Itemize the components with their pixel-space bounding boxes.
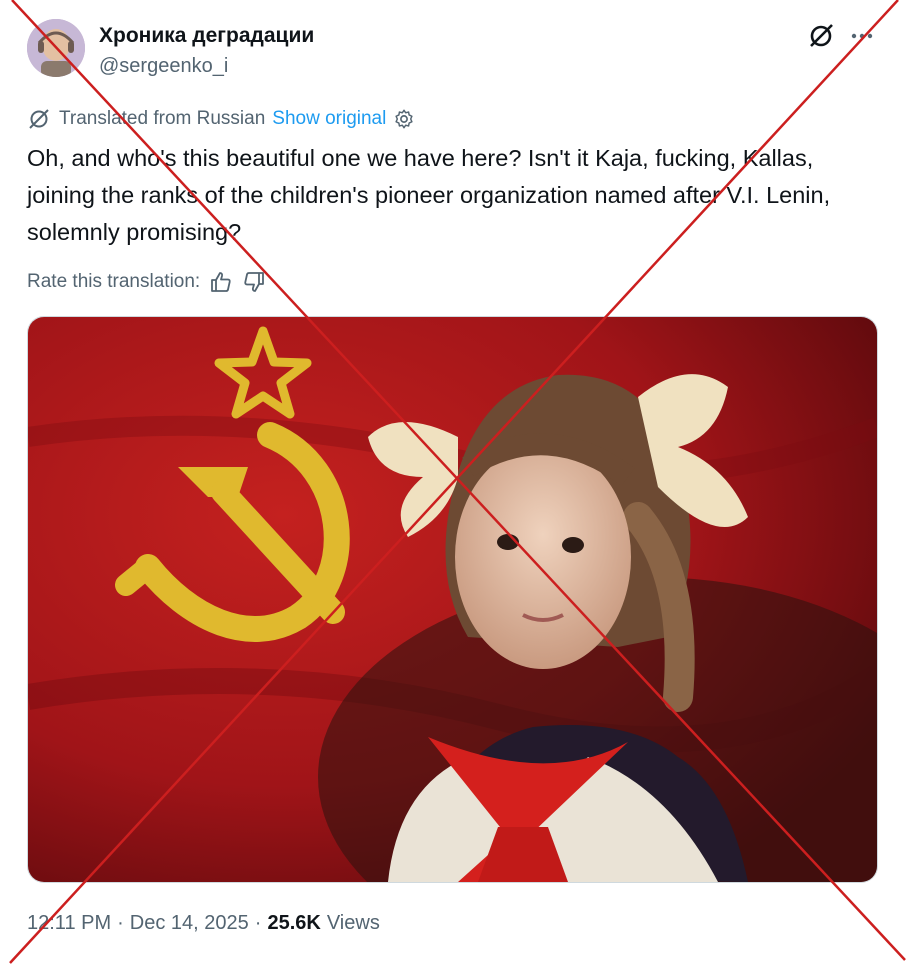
tweet-text: Oh, and who's this beautiful one we have… xyxy=(27,145,831,245)
media-photo xyxy=(28,317,877,882)
grok-icon[interactable] xyxy=(806,21,836,51)
rate-translation-label: Rate this translation: xyxy=(27,271,201,292)
meta-separator: · xyxy=(117,911,124,934)
author-display-name[interactable]: Хроника деградации xyxy=(99,23,314,49)
thumbs-up-icon[interactable] xyxy=(209,270,233,294)
author-handle[interactable]: @sergeenko_i xyxy=(99,54,228,78)
avatar-photo xyxy=(27,19,85,77)
translated-from-label: Translated from Russian xyxy=(59,108,266,129)
tweet-meta: 12:11 PM · Dec 14, 2025 · 25.6K Views xyxy=(27,909,380,937)
translation-bar: Translated from Russian Show original xyxy=(27,107,415,131)
tweet-media-image[interactable] xyxy=(27,316,878,883)
tweet-time[interactable]: 12:11 PM xyxy=(27,912,111,935)
gear-icon[interactable] xyxy=(393,108,415,130)
views-label: Views xyxy=(326,911,380,934)
tweet-date[interactable]: Dec 14, 2025 xyxy=(130,912,249,935)
views-count: 25.6K xyxy=(267,911,321,934)
avatar[interactable] xyxy=(27,19,85,77)
thumbs-down-icon[interactable] xyxy=(242,270,266,294)
show-original-link[interactable]: Show original xyxy=(272,108,386,130)
tweet-page: Хроника деградации @sergeenko_i Translat… xyxy=(0,0,907,966)
more-dots-icon[interactable] xyxy=(850,24,878,48)
meta-separator: · xyxy=(254,911,262,934)
rate-translation-bar: Rate this translation: xyxy=(27,268,266,296)
translate-icon xyxy=(29,109,49,129)
